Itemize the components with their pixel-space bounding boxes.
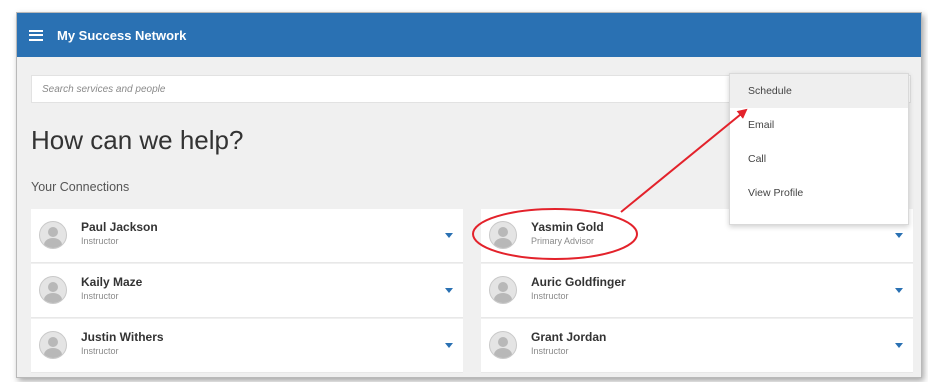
connection-name: Yasmin Gold xyxy=(531,220,604,234)
search-placeholder: Search services and people xyxy=(42,83,166,95)
chevron-down-icon[interactable] xyxy=(445,288,453,293)
connection-role: Instructor xyxy=(81,236,119,246)
menu-item-call[interactable]: Call xyxy=(730,142,908,176)
menu-item-schedule[interactable]: Schedule xyxy=(730,74,908,108)
connection-name: Paul Jackson xyxy=(81,220,158,234)
connection-name: Kaily Maze xyxy=(81,275,143,289)
app-title: My Success Network xyxy=(57,27,187,43)
connection-role: Primary Advisor xyxy=(531,236,595,246)
avatar-icon xyxy=(489,331,517,359)
avatar-icon xyxy=(489,276,517,304)
top-nav-bar: My Success Network xyxy=(17,13,921,57)
connection-role: Instructor xyxy=(81,291,119,301)
section-title: Your Connections xyxy=(31,180,130,194)
chevron-down-icon[interactable] xyxy=(895,288,903,293)
connection-role: Instructor xyxy=(81,346,119,356)
connection-card-grant-jordan[interactable]: Grant Jordan Instructor xyxy=(481,319,913,373)
avatar-icon xyxy=(39,331,67,359)
connection-name: Auric Goldfinger xyxy=(531,275,626,289)
chevron-down-icon[interactable] xyxy=(445,343,453,348)
connection-card-kaily-maze[interactable]: Kaily Maze Instructor xyxy=(31,264,463,318)
chevron-down-icon[interactable] xyxy=(445,233,453,238)
menu-item-email[interactable]: Email xyxy=(730,108,908,142)
page-title: How can we help? xyxy=(31,125,244,155)
connection-name: Justin Withers xyxy=(81,330,164,344)
app-window: My Success Network Search services and p… xyxy=(16,12,922,378)
connection-card-justin-withers[interactable]: Justin Withers Instructor xyxy=(31,319,463,373)
avatar-icon xyxy=(39,276,67,304)
connection-name: Grant Jordan xyxy=(531,330,607,344)
connection-card-paul-jackson[interactable]: Paul Jackson Instructor xyxy=(31,209,463,263)
connection-card-auric-goldfinger[interactable]: Auric Goldfinger Instructor xyxy=(481,264,913,318)
hamburger-menu-icon[interactable] xyxy=(29,29,43,41)
connection-role: Instructor xyxy=(531,346,569,356)
chevron-down-icon[interactable] xyxy=(895,343,903,348)
connection-actions-dropdown: Schedule Email Call View Profile xyxy=(729,73,909,225)
chevron-down-icon[interactable] xyxy=(895,233,903,238)
avatar-icon xyxy=(39,221,67,249)
connection-role: Instructor xyxy=(531,291,569,301)
menu-item-view-profile[interactable]: View Profile xyxy=(730,176,908,210)
avatar-icon xyxy=(489,221,517,249)
